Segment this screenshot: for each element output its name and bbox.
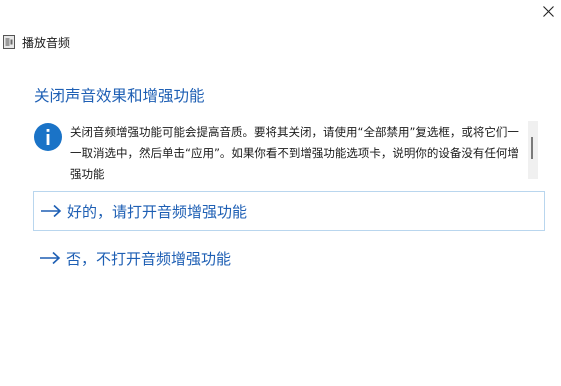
option-keep-disabled[interactable]: 否，不打开音频增强功能: [33, 238, 545, 278]
close-button[interactable]: [536, 0, 561, 22]
troubleshooter-dialog: 播放音频 关闭声音效果和增强功能 关闭音频增强功能可能会提高音质。要将其关闭，请…: [0, 0, 561, 386]
option-label: 否，不打开音频增强功能: [66, 249, 232, 268]
scrollbar-thumb[interactable]: [531, 137, 533, 159]
window-title: 播放音频: [22, 36, 71, 50]
audio-troubleshooter-icon: [3, 35, 15, 49]
info-box: 关闭音频增强功能可能会提高音质。要将其关闭，请使用“全部禁用”复选框，或将它们一…: [34, 118, 538, 182]
info-scrollbar[interactable]: [528, 121, 538, 179]
option-label: 好的，请打开音频增强功能: [67, 202, 248, 221]
page-heading: 关闭声音效果和增强功能: [34, 87, 205, 105]
option-enable-enhancements[interactable]: 好的，请打开音频增强功能: [33, 191, 545, 231]
arrow-right-icon: [41, 204, 62, 218]
arrow-right-icon: [40, 251, 61, 265]
info-icon: [34, 123, 62, 151]
info-text: 关闭音频增强功能可能会提高音质。要将其关闭，请使用“全部禁用”复选框，或将它们一…: [70, 125, 519, 181]
close-icon: [543, 5, 554, 17]
